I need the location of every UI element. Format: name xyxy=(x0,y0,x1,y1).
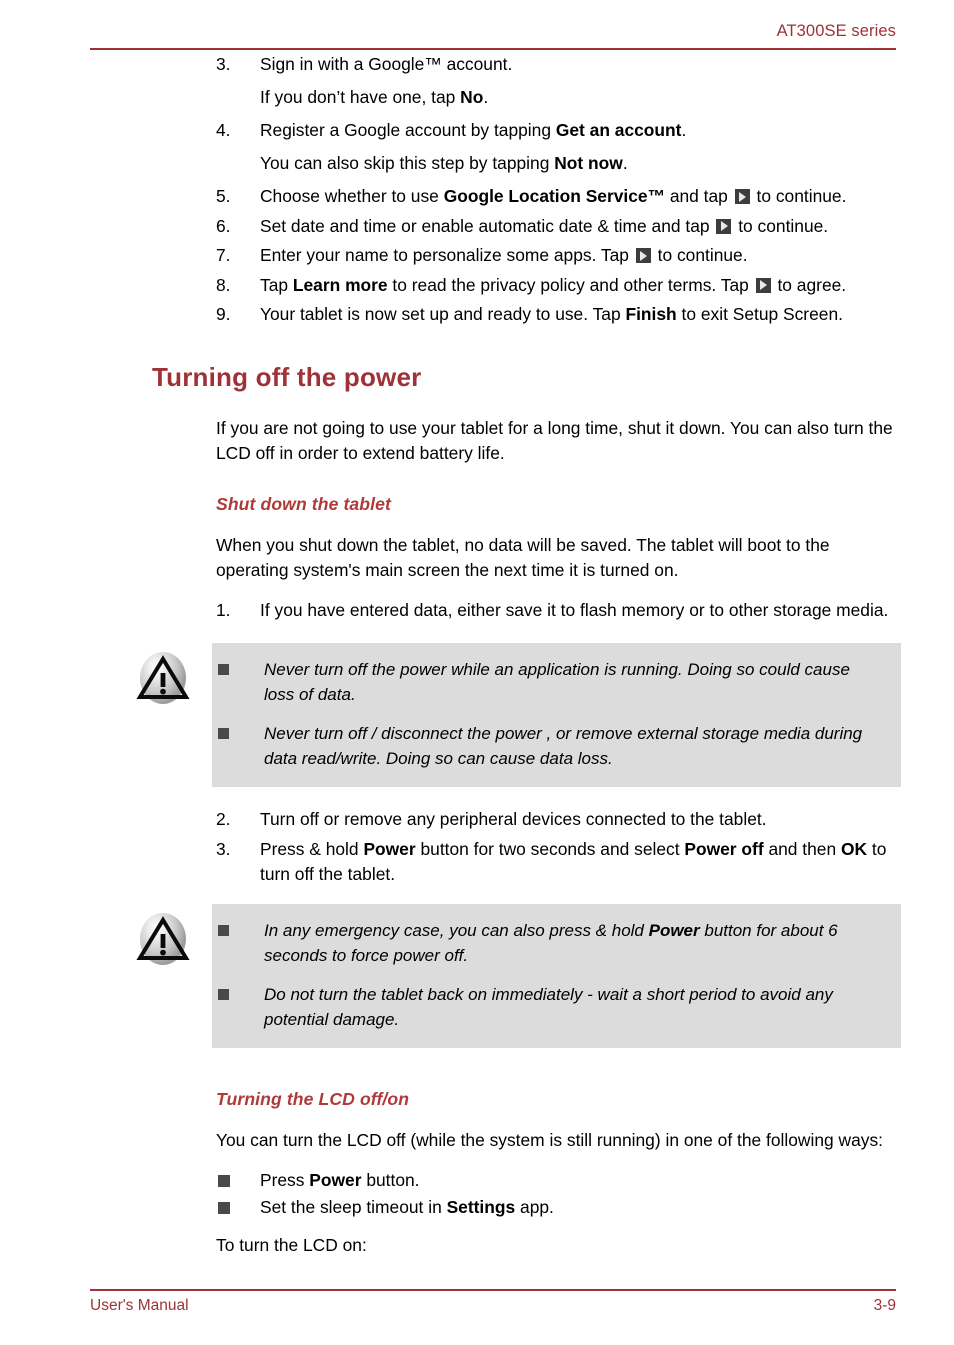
subtext-tail: . xyxy=(622,152,628,173)
header-series-label: AT300SE series xyxy=(776,22,896,40)
list-item: Press Power button. xyxy=(216,1167,900,1194)
list-item-text-tail: to continue. xyxy=(733,215,829,236)
list-item-text: Turn off or remove any peripheral device… xyxy=(260,809,767,829)
list-item-text-tail: button. xyxy=(361,1170,420,1190)
caution-item: Never turn off / disconnect the power , … xyxy=(212,721,879,771)
list-item: 6. Set date and time or enable automatic… xyxy=(180,214,900,240)
list-item-number: 2. xyxy=(216,809,231,829)
shutdown-intro-paragraph: When you shut down the tablet, no data w… xyxy=(216,534,830,581)
list-item-text: Sign in with a Google™ account. xyxy=(260,54,513,74)
list-item-text-lead: Press & hold xyxy=(260,838,364,859)
list-item: 2. Turn off or remove any peripheral dev… xyxy=(180,807,900,833)
list-item-text-mid: button for two seconds and select xyxy=(415,838,685,859)
subtext-emphasis: No xyxy=(460,86,484,107)
next-arrow-icon xyxy=(755,277,771,293)
list-item-emphasis-ok: OK xyxy=(840,838,868,859)
next-arrow-icon xyxy=(716,218,732,234)
list-item-subtext: If you don’t have one, tap No. xyxy=(260,85,900,111)
list-item: 3. Press & hold Power button for two sec… xyxy=(180,837,900,888)
subtext-lead: You can also skip this step by tapping xyxy=(260,152,555,173)
list-item-text-mid2: and then xyxy=(763,838,841,859)
list-item-text-tail: to continue. xyxy=(751,186,847,206)
caution-item-emphasis: Power xyxy=(648,920,700,940)
caution-box: Never turn off the power while an applic… xyxy=(136,643,901,787)
caution-item-lead: In any emergency case, you can also pres… xyxy=(264,920,649,940)
subsection-heading-shutdown: Shut down the tablet xyxy=(216,493,391,514)
list-item: 1. If you have entered data, either save… xyxy=(180,598,900,624)
list-item-text-lead: Set date and time or enable automatic da… xyxy=(260,215,715,236)
list-item-number: 7. xyxy=(216,245,231,265)
subtext-tail: . xyxy=(483,86,489,107)
list-item-text-lead: Your tablet is now set up and ready to u… xyxy=(260,304,626,324)
caution-item: Never turn off the power while an applic… xyxy=(212,657,879,707)
list-item: 9. Your tablet is now set up and ready t… xyxy=(180,302,900,328)
list-item-emphasis-power-off: Power off xyxy=(684,838,764,859)
caution-list: In any emergency case, you can also pres… xyxy=(212,918,879,1032)
list-item-text-mid: and tap xyxy=(665,186,733,206)
list-item: 3. Sign in with a Google™ account. If yo… xyxy=(180,52,900,110)
list-item-text-tail: . xyxy=(681,120,687,140)
lcd-intro-paragraph: You can turn the LCD off (while the syst… xyxy=(216,1129,883,1150)
list-item-emphasis: Get an account xyxy=(555,120,682,140)
subtext-lead: If you don’t have one, tap xyxy=(260,86,461,107)
caution-item: Do not turn the tablet back on immediate… xyxy=(212,982,879,1032)
list-item: Set the sleep timeout in Settings app. xyxy=(216,1194,900,1221)
list-item-text-lead: Enter your name to personalize some apps… xyxy=(260,245,634,265)
manual-page: AT300SE series 3. Sign in with a Google™… xyxy=(0,0,954,1345)
list-item-emphasis: Settings xyxy=(446,1197,516,1217)
page-content: 3. Sign in with a Google™ account. If yo… xyxy=(0,52,954,1259)
list-item-text-lead: Set the sleep timeout in xyxy=(260,1197,447,1217)
lcd-method-list: Press Power button. Set the sleep timeou… xyxy=(216,1167,900,1221)
footer-rule xyxy=(90,1289,896,1291)
list-item-emphasis: Google Location Service™ xyxy=(443,186,665,206)
list-item-text-lead: Press xyxy=(260,1170,310,1190)
list-item: 5. Choose whether to use Google Location… xyxy=(180,184,900,210)
list-item-text-tail: to agree. xyxy=(772,274,847,295)
section-intro-paragraph: If you are not going to use your tablet … xyxy=(216,417,893,464)
list-item-subtext: You can also skip this step by tapping N… xyxy=(260,151,900,177)
list-item: 8. Tap Learn more to read the privacy po… xyxy=(180,273,900,299)
lcd-outro-paragraph: To turn the LCD on: xyxy=(216,1235,367,1255)
header-rule xyxy=(90,48,896,50)
list-item-text-tail: to continue. xyxy=(652,245,748,265)
list-item-emphasis: Power xyxy=(309,1170,362,1190)
list-item-text-tail: to exit Setup Screen. xyxy=(676,304,843,324)
list-item-number: 6. xyxy=(216,215,231,236)
list-item-number: 1. xyxy=(216,599,231,620)
list-item-number: 8. xyxy=(216,274,231,295)
list-item-text-tail: app. xyxy=(515,1197,554,1217)
subsection-heading-lcd: Turning the LCD off/on xyxy=(216,1088,410,1109)
page-header: AT300SE series xyxy=(0,0,954,50)
list-item-text-lead: Register a Google account by tapping xyxy=(260,120,556,140)
caution-box: In any emergency case, you can also pres… xyxy=(136,903,901,1048)
list-item-text-lead: Tap xyxy=(260,274,293,295)
next-arrow-icon xyxy=(734,189,750,204)
list-item-number: 4. xyxy=(216,120,231,140)
section-heading: Turning off the power xyxy=(152,361,422,392)
list-item-text-mid: to read the privacy policy and other ter… xyxy=(387,274,754,295)
list-item-number: 5. xyxy=(216,186,231,206)
footer-manual-label: User's Manual xyxy=(90,1297,189,1314)
warning-triangle-icon xyxy=(134,912,192,966)
list-item-text: If you have entered data, either save it… xyxy=(260,599,889,620)
list-item-emphasis: Learn more xyxy=(292,274,388,295)
list-item: 4. Register a Google account by tapping … xyxy=(180,118,900,176)
list-item-number: 9. xyxy=(216,304,231,324)
list-item-number: 3. xyxy=(216,838,231,859)
warning-triangle-icon xyxy=(134,651,192,705)
caution-list: Never turn off the power while an applic… xyxy=(212,657,879,771)
list-item-emphasis-power: Power xyxy=(363,838,416,859)
subtext-emphasis: Not now xyxy=(554,152,623,173)
list-item-text-lead: Choose whether to use xyxy=(260,186,444,206)
warning-triangle-glyph xyxy=(136,655,190,699)
list-item: 7. Enter your name to personalize some a… xyxy=(180,243,900,269)
warning-triangle-glyph xyxy=(136,915,190,960)
page-footer: User's Manual 3-9 xyxy=(0,1275,954,1345)
list-item-emphasis: Finish xyxy=(625,304,677,324)
caution-item: In any emergency case, you can also pres… xyxy=(212,918,879,968)
next-arrow-icon xyxy=(635,248,651,263)
list-item-number: 3. xyxy=(216,54,231,74)
footer-page-number: 3-9 xyxy=(873,1297,896,1314)
